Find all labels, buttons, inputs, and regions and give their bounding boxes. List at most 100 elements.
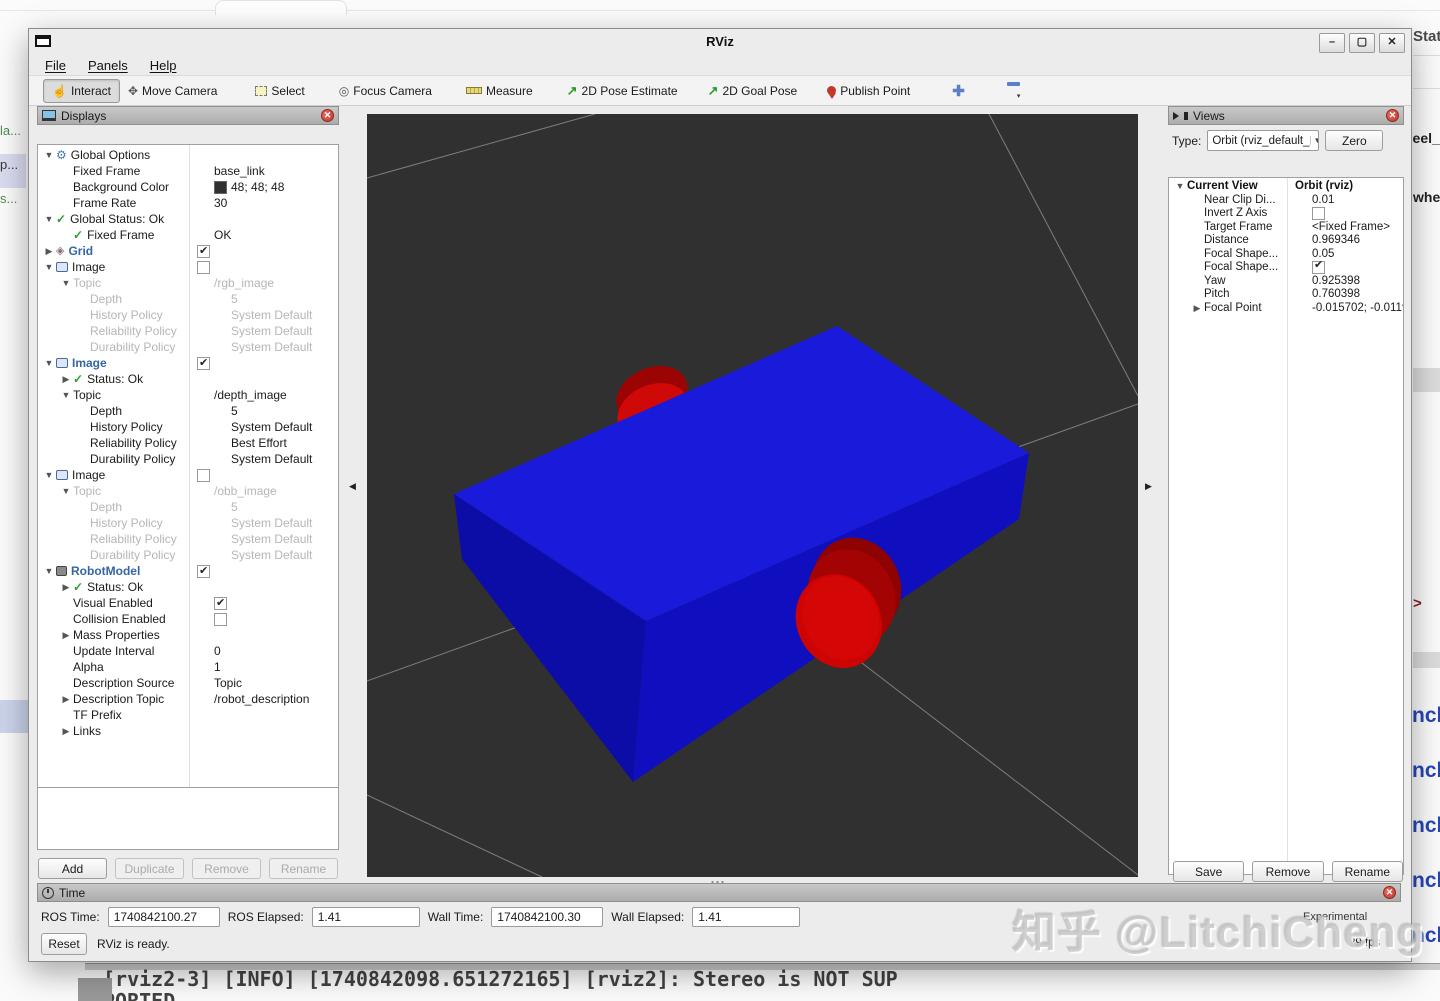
tree-row[interactable]: ▼ Topic/depth_image (38, 387, 338, 403)
tree-row[interactable]: Collision Enabled (38, 611, 338, 627)
remove-tool-button[interactable]: ▾ (999, 78, 1029, 104)
tree-row[interactable]: Invert Z Axis (1169, 207, 1403, 221)
close-icon[interactable]: ✕ (321, 109, 334, 122)
expand-arrow-icon[interactable]: ▶ (42, 243, 56, 259)
remove-button[interactable]: Remove (1252, 861, 1324, 882)
menu-file[interactable]: File (45, 58, 66, 73)
checkbox[interactable] (197, 355, 210, 371)
zero-button[interactable]: Zero (1325, 130, 1384, 151)
expand-arrow-icon[interactable]: ▶ (59, 371, 73, 387)
collapse-arrow-icon[interactable]: ▼ (42, 563, 56, 579)
tree-row[interactable]: Target Frame <Fixed Frame> (1169, 221, 1403, 235)
tree-row[interactable]: ▼ Current View Orbit (rviz) (1169, 180, 1403, 194)
tree-row[interactable]: Distance 0.969346 (1169, 234, 1403, 248)
minimize-button[interactable]: – (1319, 33, 1345, 53)
checkbox[interactable] (214, 595, 227, 611)
tree-row[interactable]: Durability Policy System Default (38, 547, 338, 563)
tree-row[interactable]: Depth 5 (38, 499, 338, 515)
tree-row[interactable]: Depth 5 (38, 403, 338, 419)
field-value-input[interactable]: 1740842100.30 (491, 907, 604, 927)
tree-row[interactable]: Depth 5 (38, 291, 338, 307)
tree-row[interactable]: ▼ ⚙ Global Options (38, 147, 338, 163)
color-swatch[interactable] (214, 180, 227, 194)
tree-row[interactable]: ▶ ✓ Status: Ok (38, 579, 338, 595)
collapse-arrow-icon[interactable]: ▼ (59, 483, 73, 499)
tree-row[interactable]: Update Interval 0 (38, 643, 338, 659)
reset-button[interactable]: Reset (41, 933, 87, 955)
close-icon[interactable]: ✕ (1386, 109, 1399, 122)
time-panel-header[interactable]: Time ✕ (37, 883, 1401, 902)
move-camera-tool-button[interactable]: ✥ Move Camera (120, 80, 225, 102)
collapse-arrow-icon[interactable]: ▼ (42, 259, 56, 275)
tree-row[interactable]: Focal Shape... 0.05 (1169, 248, 1403, 262)
rename-button[interactable]: Rename (1331, 861, 1403, 882)
menu-panels[interactable]: Panels (88, 58, 128, 73)
views-property-tree[interactable]: ▼ Current View Orbit (rviz) Near Clip Di...… (1168, 177, 1404, 875)
tree-row[interactable]: Reliability Policy System Default (38, 531, 338, 547)
close-button[interactable]: ✕ (1379, 33, 1405, 53)
tree-row[interactable]: ▶ Mass Properties (38, 627, 338, 643)
field-value-input[interactable]: 1.41 (311, 907, 420, 927)
tree-row[interactable]: ▼ Topic/rgb_image (38, 275, 338, 291)
collapse-arrow-icon[interactable]: ▼ (42, 211, 56, 227)
displays-panel-header[interactable]: Displays ✕ (37, 106, 339, 125)
tree-row[interactable]: ▶ Links (38, 723, 338, 739)
tree-row[interactable]: ▶Focal Point -0.015702; -0.0119... (1169, 302, 1403, 316)
tree-row[interactable]: History Policy System Default (38, 515, 338, 531)
field-value-input[interactable]: 1740842100.27 (107, 907, 220, 927)
tree-row[interactable]: Focal Shape... (1169, 261, 1403, 275)
pose-estimate-tool-button[interactable]: ↗ 2D Pose Estimate (559, 79, 686, 103)
tree-row[interactable]: TF Prefix (38, 707, 338, 723)
tree-row[interactable]: ▼ Image (38, 259, 338, 275)
expand-arrow-icon[interactable]: ▶ (59, 627, 73, 643)
collapse-left-panel-arrow[interactable]: ◀ (349, 481, 356, 492)
tree-row[interactable]: ▼ ✓ Global Status: Ok (38, 211, 338, 227)
collapse-arrow-icon[interactable]: ▼ (42, 355, 56, 371)
title-bar[interactable]: RViz – ▢ ✕ (29, 29, 1411, 55)
views-panel-header[interactable]: Views ✕ (1168, 106, 1404, 125)
save-button[interactable]: Save (1173, 861, 1245, 882)
tree-row[interactable]: ▼ RobotModel (38, 563, 338, 579)
render-viewport-3d[interactable] (367, 114, 1138, 877)
checkbox[interactable] (197, 468, 210, 482)
tree-row[interactable]: Background Color 48; 48; 48 (38, 179, 338, 195)
tree-row[interactable]: Pitch 0.760398 (1169, 288, 1403, 302)
tree-row[interactable]: Visual Enabled (38, 595, 338, 611)
expand-arrow-icon[interactable]: ▶ (1190, 302, 1204, 316)
checkbox[interactable] (197, 563, 210, 579)
tree-row[interactable]: Yaw 0.925398 (1169, 275, 1403, 289)
collapse-arrow-icon[interactable]: ▼ (42, 467, 56, 483)
expand-arrow-icon[interactable]: ▶ (59, 579, 73, 595)
expand-arrow-icon[interactable]: ▶ (59, 691, 73, 707)
tree-row[interactable]: Near Clip Di... 0.01 (1169, 194, 1403, 208)
tree-row[interactable]: ✓ Fixed Frame OK (38, 227, 338, 243)
field-value-input[interactable]: 1.41 (692, 907, 801, 927)
checkbox[interactable] (197, 260, 210, 274)
maximize-button[interactable]: ▢ (1349, 33, 1375, 53)
collapse-arrow-icon[interactable]: ▼ (59, 275, 73, 291)
checkbox[interactable] (1312, 207, 1325, 221)
tree-row[interactable]: Alpha 1 (38, 659, 338, 675)
measure-tool-button[interactable]: Measure (458, 80, 541, 102)
tree-row[interactable]: Frame Rate 30 (38, 195, 338, 211)
collapse-arrow-icon[interactable]: ▼ (59, 387, 73, 403)
add-button[interactable]: Add (38, 858, 107, 879)
tree-row[interactable]: ▶ Description Topic/robot_description (38, 691, 338, 707)
displays-property-tree[interactable]: ▼ ⚙ Global Options Fixed Frame base_link Back… (37, 144, 339, 799)
tree-row[interactable]: ▶ ◈ Grid (38, 243, 338, 259)
add-tool-button[interactable]: ✚ (944, 78, 973, 104)
tree-row[interactable]: History Policy System Default (38, 419, 338, 435)
focus-camera-tool-button[interactable]: ◎ Focus Camera (331, 80, 440, 102)
expand-arrow-icon[interactable]: ▶ (59, 723, 73, 739)
checkbox[interactable] (214, 612, 227, 626)
collapse-arrow-icon[interactable]: ▼ (1173, 180, 1187, 194)
tree-row[interactable]: ▼ Image (38, 355, 338, 371)
tree-row[interactable]: Fixed Frame base_link (38, 163, 338, 179)
interact-tool-button[interactable]: ☝ Interact (43, 78, 120, 103)
tree-row[interactable]: ▼ Image (38, 467, 338, 483)
tree-row[interactable]: Reliability Policy System Default (38, 323, 338, 339)
tree-row[interactable]: Description Source Topic (38, 675, 338, 691)
checkbox[interactable] (1312, 261, 1325, 275)
tree-row[interactable]: Durability Policy System Default (38, 339, 338, 355)
goal-pose-tool-button[interactable]: ↗ 2D Goal Pose (700, 79, 806, 103)
